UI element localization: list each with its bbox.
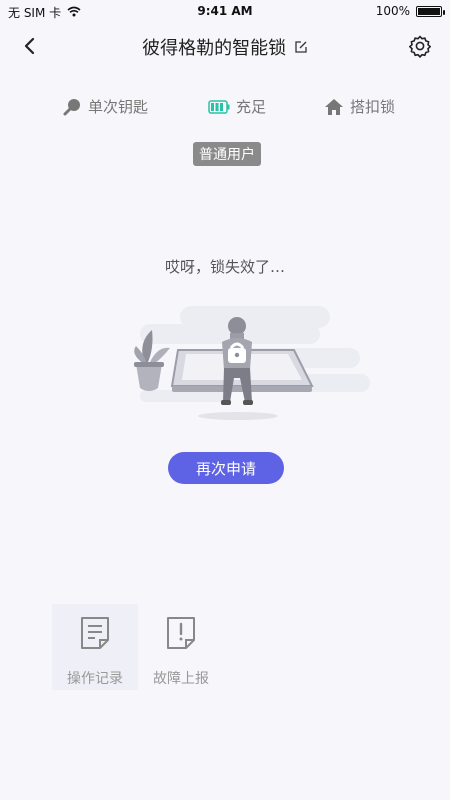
edit-icon[interactable] (294, 40, 308, 54)
key-type-item: 单次钥匙 (62, 96, 148, 117)
lock-invalid-message: 哎呀，锁失效了… (164, 258, 285, 276)
key-type-label: 单次钥匙 (88, 98, 149, 116)
key-icon (63, 98, 80, 115)
user-role-badge: 普通用户 (193, 142, 261, 166)
battery-status-label: 充足 (236, 98, 267, 116)
reapply-button[interactable]: 再次申请 (168, 452, 284, 484)
page-title: 彼得格勒的智能锁 (142, 38, 287, 59)
battery-status-item: 充足 (208, 96, 266, 117)
nav-bar: 彼得格勒的智能锁 (0, 24, 450, 68)
battery-icon (416, 5, 445, 17)
title-wrap[interactable]: 彼得格勒的智能锁 (0, 34, 450, 60)
operation-log-label: 操作记录 (67, 671, 123, 687)
report-icon (166, 616, 196, 652)
battery-full-icon (208, 99, 230, 114)
document-icon (80, 616, 110, 652)
home-icon (325, 98, 343, 115)
fault-report-button[interactable]: 故障上报 (138, 604, 224, 690)
gear-icon (409, 35, 431, 58)
lock-type-item: 搭扣锁 (324, 96, 395, 117)
lock-type-label: 搭扣锁 (350, 98, 396, 116)
fault-report-label: 故障上报 (153, 671, 209, 687)
status-right: 100% (375, 4, 445, 18)
settings-button[interactable] (406, 32, 434, 60)
operation-log-button[interactable]: 操作记录 (52, 604, 138, 690)
invalid-lock-illustration (100, 300, 380, 430)
lock-info-row: 单次钥匙 充足 搭扣锁 (0, 96, 450, 122)
battery-percent: 100% (375, 4, 410, 18)
status-bar: 无 SIM 卡 9:41 AM 100% (0, 0, 450, 22)
